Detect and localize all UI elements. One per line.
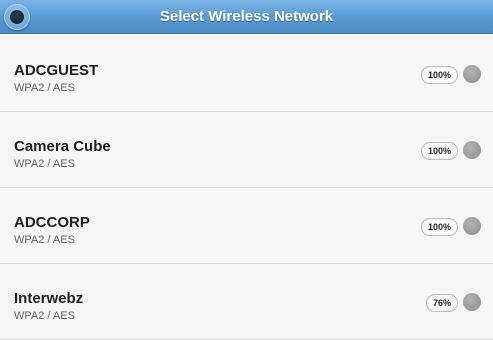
page-title: Select Wireless Network xyxy=(159,8,334,25)
status-dot-icon xyxy=(463,65,481,83)
signal-strength-badge: 100% xyxy=(420,66,458,84)
network-name: Interwebz xyxy=(14,290,84,307)
status-dot-icon xyxy=(463,217,481,235)
network-security: WPA2 / AES xyxy=(14,234,75,246)
status-dot-icon xyxy=(463,293,481,311)
network-security: WPA2 / AES xyxy=(14,310,75,322)
network-row-adcguest[interactable]: ADCGUEST WPA2 / AES 100% xyxy=(0,34,493,112)
network-row-adccorp[interactable]: ADCCORP WPA2 / AES 100% xyxy=(0,188,493,264)
network-name: ADCCORP xyxy=(14,214,90,231)
network-security: WPA2 / AES xyxy=(14,158,75,170)
status-dot-icon xyxy=(463,141,481,159)
header-bar: Select Wireless Network xyxy=(0,0,493,34)
network-list: ADCGUEST WPA2 / AES 100% Camera Cube WPA… xyxy=(0,34,493,340)
network-name: Camera Cube xyxy=(14,138,111,155)
network-row-interwebz[interactable]: Interwebz WPA2 / AES 76% xyxy=(0,264,493,340)
signal-strength-badge: 76% xyxy=(425,294,458,312)
network-row-camera-cube[interactable]: Camera Cube WPA2 / AES 100% xyxy=(0,112,493,188)
signal-strength-badge: 100% xyxy=(420,142,458,160)
network-security: WPA2 / AES xyxy=(14,82,75,94)
signal-strength-badge: 100% xyxy=(420,218,458,236)
network-name: ADCGUEST xyxy=(14,62,99,79)
